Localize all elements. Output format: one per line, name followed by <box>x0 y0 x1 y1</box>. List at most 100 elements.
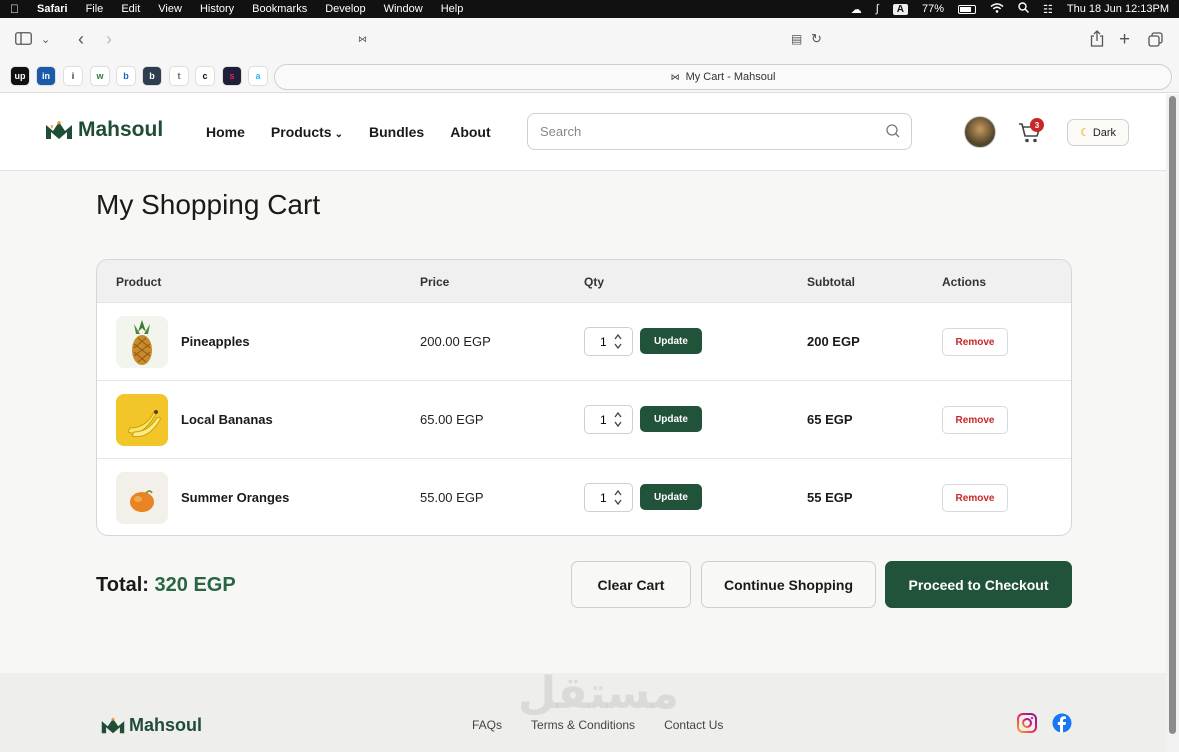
forward-icon[interactable]: › <box>106 29 112 50</box>
update-button[interactable]: Update <box>640 484 702 510</box>
stepper-arrows-icon[interactable] <box>614 489 622 506</box>
status-cloud-icon[interactable]: ☁ <box>851 3 862 16</box>
stepper-arrows-icon[interactable] <box>614 333 622 350</box>
product-name[interactable]: Summer Oranges <box>181 490 289 505</box>
product-thumbnail-banana[interactable] <box>116 394 168 446</box>
menu-help[interactable]: Help <box>441 3 464 15</box>
quantity-value: 1 <box>600 413 607 427</box>
table-row: Local Bananas 65.00 EGP 1 Update 65 EGP … <box>97 381 1071 459</box>
favorite-t-icon[interactable]: t <box>169 66 189 86</box>
nav-home[interactable]: Home <box>206 124 245 140</box>
total-label: Total: <box>96 574 149 596</box>
back-icon[interactable]: ‹ <box>78 29 84 50</box>
reload-icon[interactable]: ↻ <box>811 31 822 47</box>
battery-icon[interactable] <box>958 4 976 14</box>
favorite-b-icon[interactable]: b <box>142 66 162 86</box>
favorite-linkedin-icon[interactable]: in <box>36 66 56 86</box>
product-price: 200.00 EGP <box>420 334 491 349</box>
checkout-button[interactable]: Proceed to Checkout <box>885 561 1072 608</box>
menu-edit[interactable]: Edit <box>121 3 140 15</box>
quantity-value: 1 <box>600 335 607 349</box>
favorite-codepen-icon[interactable]: c <box>195 66 215 86</box>
continue-shopping-button[interactable]: Continue Shopping <box>701 561 876 608</box>
control-center-icon[interactable]: ☷ <box>1043 3 1053 16</box>
col-subtotal: Subtotal <box>807 275 855 289</box>
favorite-slack-icon[interactable]: s <box>222 66 242 86</box>
nav-bundles[interactable]: Bundles <box>369 124 424 140</box>
product-thumbnail-pineapple[interactable] <box>116 316 168 368</box>
favorite-flag-icon[interactable]: b <box>116 66 136 86</box>
wifi-icon[interactable] <box>990 2 1004 16</box>
favorite-info-icon[interactable]: i <box>63 66 83 86</box>
menu-window[interactable]: Window <box>384 3 423 15</box>
macos-menubar:  Safari File Edit View History Bookmark… <box>0 0 1179 18</box>
nav-about[interactable]: About <box>450 124 490 140</box>
favorite-w-icon[interactable]: w <box>90 66 110 86</box>
footer-link-faqs[interactable]: FAQs <box>472 718 502 732</box>
search-box <box>527 113 912 150</box>
battery-percent: 77% <box>921 3 944 15</box>
page-title: My Shopping Cart <box>96 189 321 220</box>
col-qty: Qty <box>584 275 605 289</box>
product-name[interactable]: Pineapples <box>181 334 250 349</box>
favorite-upwork-icon[interactable]: up <box>10 66 30 86</box>
share-icon[interactable] <box>1090 30 1104 51</box>
menubar-datetime[interactable]: Thu 18 Jun 12:13PM <box>1067 3 1169 15</box>
remove-button[interactable]: Remove <box>942 406 1008 434</box>
tab-overview-icon[interactable] <box>1148 32 1163 51</box>
menu-history[interactable]: History <box>200 3 234 15</box>
quantity-stepper[interactable]: 1 <box>584 327 633 356</box>
quantity-stepper[interactable]: 1 <box>584 483 633 512</box>
update-button[interactable]: Update <box>640 328 702 354</box>
clear-cart-button[interactable]: Clear Cart <box>571 561 691 608</box>
quantity-stepper[interactable]: 1 <box>584 405 633 434</box>
tab-my-cart[interactable]: ⋈ My Cart - Mahsoul <box>274 64 1172 90</box>
input-source-indicator[interactable]: A <box>892 3 908 15</box>
menu-file[interactable]: File <box>86 3 104 15</box>
menu-view[interactable]: View <box>158 3 182 15</box>
footer-logo[interactable]: Mahsoul <box>100 715 202 736</box>
cart-page: My Shopping Cart Product Price Qty Subto… <box>0 171 1166 673</box>
search-icon[interactable] <box>885 123 901 139</box>
cart-count-badge: 3 <box>1030 118 1044 132</box>
logo-leaf-icon <box>46 121 72 139</box>
search-input[interactable] <box>540 114 870 149</box>
product-name[interactable]: Local Bananas <box>181 412 273 427</box>
new-tab-icon[interactable]: + <box>1119 29 1130 51</box>
stepper-arrows-icon[interactable] <box>614 411 622 428</box>
user-avatar[interactable] <box>964 116 996 148</box>
chevron-down-icon[interactable]: ⌄ <box>41 33 50 46</box>
spotlight-search-icon[interactable] <box>1018 2 1029 16</box>
menu-bookmarks[interactable]: Bookmarks <box>252 3 307 15</box>
remove-button[interactable]: Remove <box>942 328 1008 356</box>
chevron-down-icon: ⌄ <box>334 129 343 140</box>
site-logo[interactable]: Mahsoul <box>44 118 163 142</box>
nav-products[interactable]: Products ⌄ <box>271 124 343 140</box>
product-price: 65.00 EGP <box>420 412 484 427</box>
product-thumbnail-orange[interactable] <box>116 472 168 524</box>
favorites-bar: up in i w b b t c s a ⋈ My Cart - Mahsou… <box>0 62 1179 93</box>
moon-icon: ☾ <box>1079 127 1090 139</box>
footer-logo-text: Mahsoul <box>129 715 203 735</box>
status-script-icon[interactable]: ∫ <box>876 3 879 15</box>
col-product: Product <box>116 275 162 289</box>
translate-icon[interactable]: ▤ <box>791 32 802 46</box>
menu-develop[interactable]: Develop <box>325 3 365 15</box>
update-button[interactable]: Update <box>640 406 702 432</box>
footer-link-terms[interactable]: Terms & Conditions <box>531 718 635 732</box>
sidebar-toggle-icon[interactable] <box>15 32 32 49</box>
dark-mode-toggle[interactable]: ☾ Dark <box>1067 119 1129 146</box>
total-amount: 320 EGP <box>154 574 236 596</box>
favorite-arrow-icon[interactable]: a <box>248 66 268 86</box>
cart-total: Total: 320 EGP <box>96 574 236 597</box>
nav-products-label: Products <box>270 124 332 140</box>
apple-menu-icon[interactable]:  <box>10 2 19 16</box>
page-favicon-icon: ⋈ <box>358 34 367 44</box>
logo-leaf-icon <box>101 717 125 734</box>
instagram-icon[interactable] <box>1017 713 1037 733</box>
remove-button[interactable]: Remove <box>942 484 1008 512</box>
facebook-icon[interactable] <box>1052 713 1072 733</box>
menu-app-name[interactable]: Safari <box>37 3 68 15</box>
scrollbar-thumb[interactable] <box>1169 96 1176 734</box>
footer-link-contact[interactable]: Contact Us <box>664 718 723 732</box>
